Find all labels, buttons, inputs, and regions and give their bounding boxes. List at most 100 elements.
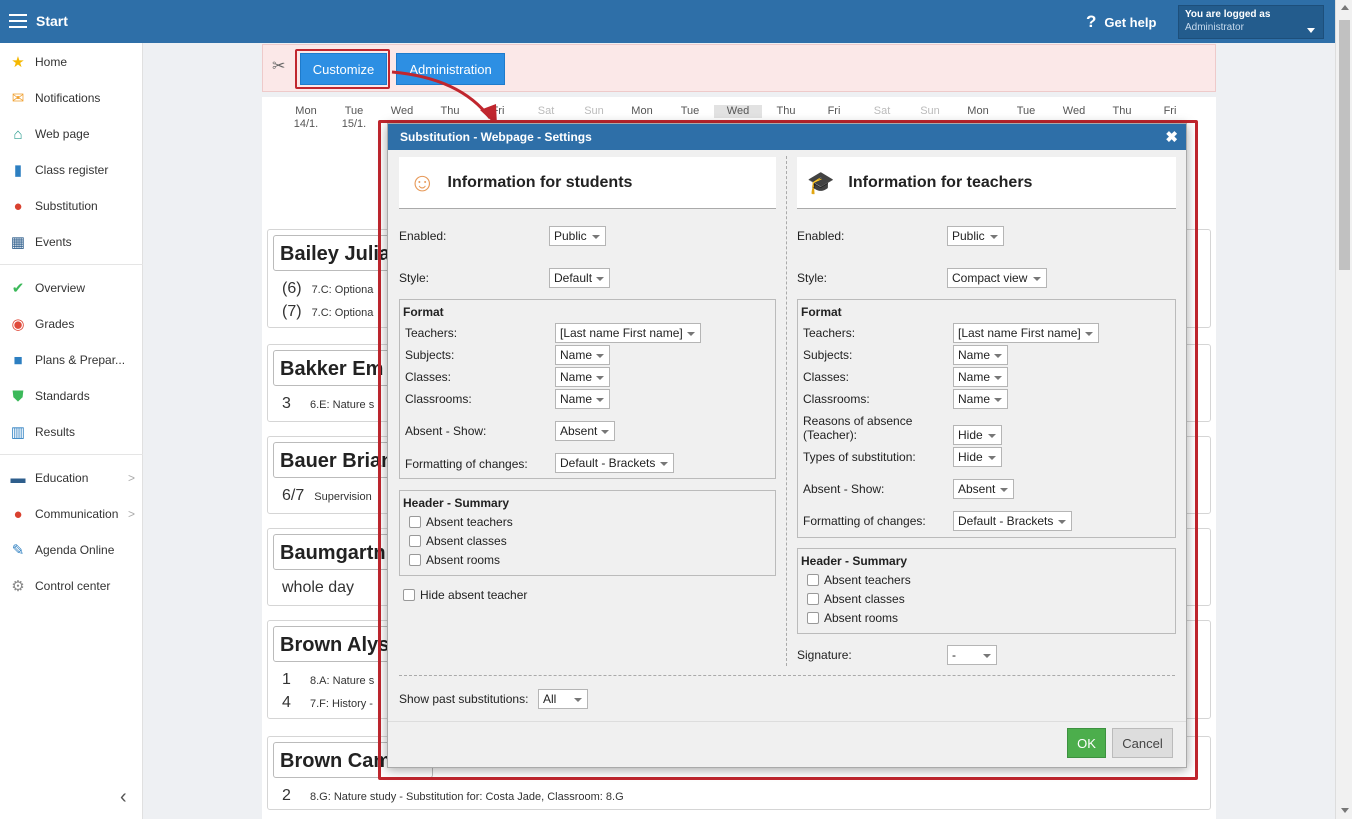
scroll-thumb[interactable] xyxy=(1339,20,1350,270)
students-teachers-select[interactable]: [Last name First name] xyxy=(555,323,701,343)
page-scrollbar[interactable] xyxy=(1335,0,1352,819)
day-cell[interactable]: Tue xyxy=(666,105,714,118)
teachers-formatting-select[interactable]: Default - Brackets xyxy=(953,511,1072,531)
day-cell[interactable]: Sun xyxy=(906,105,954,118)
sidebar-item-plans[interactable]: ■ Plans & Prepar... xyxy=(0,342,143,378)
day-cell[interactable]: Mon xyxy=(954,105,1002,118)
sidebar-item-education[interactable]: ▬ Education > xyxy=(0,460,143,496)
students-enabled-select[interactable]: Public xyxy=(549,226,606,246)
day-name: Mon xyxy=(631,105,653,117)
teachers-teachers-label: Teachers: xyxy=(803,326,856,340)
pen-icon: ✎ xyxy=(11,542,25,559)
students-classrooms-label: Classrooms: xyxy=(405,392,472,406)
students-subjects-select[interactable]: Name xyxy=(555,345,610,365)
checkbox-label: Absent rooms xyxy=(824,611,899,625)
day-cell[interactable]: Fri xyxy=(1146,105,1194,118)
teachers-absent-teachers-checkbox[interactable]: Absent teachers xyxy=(807,573,911,587)
gear-icon: ⚙ xyxy=(11,578,25,595)
open-book-icon: ▬ xyxy=(10,469,26,487)
sidebar-item-overview[interactable]: ✔ Overview xyxy=(0,270,143,306)
teachers-absent-select[interactable]: Absent xyxy=(953,479,1014,499)
day-cell[interactable]: Sun xyxy=(570,105,618,118)
teachers-subjects-label: Subjects: xyxy=(803,348,853,362)
close-icon[interactable]: ✖ xyxy=(1165,128,1178,146)
sidebar-item-label: Results xyxy=(35,425,76,439)
sidebar-item-grades[interactable]: ◉ Grades xyxy=(0,306,143,342)
sidebar-item-home[interactable]: ★ Home xyxy=(0,44,143,80)
sidebar-item-standards[interactable]: ⛊ Standards xyxy=(0,378,143,414)
teachers-style-select[interactable]: Compact view xyxy=(947,268,1047,288)
day-cell[interactable]: Mon 14/1. xyxy=(282,105,330,131)
teachers-format-legend: Format xyxy=(801,305,842,319)
teachers-absent-classes-checkbox[interactable]: Absent classes xyxy=(807,592,905,606)
students-absent-select[interactable]: Absent xyxy=(555,421,615,441)
scroll-down-icon[interactable] xyxy=(1341,808,1349,813)
lesson-text: 6.E: Nature s xyxy=(310,399,375,411)
day-cell[interactable]: Sat xyxy=(858,105,906,118)
login-user: Administrator xyxy=(1185,22,1244,33)
students-classes-select[interactable]: Name xyxy=(555,367,610,387)
user-menu[interactable]: You are logged as Administrator xyxy=(1178,5,1324,39)
day-cell[interactable]: Wed xyxy=(714,105,762,118)
teachers-classrooms-select[interactable]: Name xyxy=(953,389,1008,409)
sidebar-item-notifications[interactable]: ✉ Notifications xyxy=(0,80,143,116)
teachers-classes-select[interactable]: Name xyxy=(953,367,1008,387)
sidebar-item-label: Plans & Prepar... xyxy=(35,353,126,367)
sidebar-item-control-center[interactable]: ⚙ Control center xyxy=(0,568,143,604)
day-cell[interactable]: Tue 15/1. xyxy=(330,105,378,131)
students-formatting-select[interactable]: Default - Brackets xyxy=(555,453,674,473)
teachers-reasons-select[interactable]: Hide xyxy=(953,425,1002,445)
students-absent-label: Absent - Show: xyxy=(405,424,487,438)
hide-absent-teacher-checkbox[interactable]: Hide absent teacher xyxy=(403,588,527,602)
day-cell[interactable]: Wed xyxy=(378,105,426,118)
day-cell[interactable]: Fri xyxy=(474,105,522,118)
students-absent-rooms-checkbox[interactable]: Absent rooms xyxy=(409,553,500,567)
teachers-enabled-select[interactable]: Public xyxy=(947,226,1004,246)
collapse-sidebar-icon[interactable]: ‹ xyxy=(120,786,127,809)
sidebar-item-communication[interactable]: ● Communication > xyxy=(0,496,143,532)
menu-icon[interactable] xyxy=(9,14,27,28)
students-absent-classes-checkbox[interactable]: Absent classes xyxy=(409,534,507,548)
dropdown-arrow-icon xyxy=(1058,520,1066,524)
help-link[interactable]: ? Get help xyxy=(1086,12,1156,32)
students-style-select[interactable]: Default xyxy=(549,268,610,288)
students-absent-teachers-checkbox[interactable]: Absent teachers xyxy=(409,515,513,529)
ok-button[interactable]: OK xyxy=(1067,728,1106,758)
sidebar-item-agenda-online[interactable]: ✎ Agenda Online xyxy=(0,532,143,568)
lesson-number: 6/7 xyxy=(282,487,305,504)
scroll-up-icon[interactable] xyxy=(1341,5,1349,10)
past-substitutions-select[interactable]: All xyxy=(538,689,588,709)
sidebar-item-web-page[interactable]: ⌂ Web page xyxy=(0,116,143,152)
day-name: Sun xyxy=(584,105,604,117)
day-cell[interactable]: Wed xyxy=(1050,105,1098,118)
sidebar-item-label: Education xyxy=(35,471,89,485)
substitution-row: (7) 7.C: Optiona xyxy=(282,303,373,321)
sidebar-item-results[interactable]: ▥ Results xyxy=(0,414,143,450)
sidebar-item-class-register[interactable]: ▮ Class register xyxy=(0,152,143,188)
students-classrooms-select[interactable]: Name xyxy=(555,389,610,409)
checkbox-label: Absent classes xyxy=(824,592,905,606)
day-cell[interactable]: Thu xyxy=(1098,105,1146,118)
students-teachers-label: Teachers: xyxy=(405,326,458,340)
day-cell[interactable]: Tue xyxy=(1002,105,1050,118)
teachers-types-select[interactable]: Hide xyxy=(953,447,1002,467)
app-title[interactable]: Start xyxy=(36,13,68,29)
day-cell[interactable]: Thu xyxy=(762,105,810,118)
teachers-teachers-select[interactable]: [Last name First name] xyxy=(953,323,1099,343)
day-name: Sun xyxy=(920,105,940,117)
day-cell[interactable]: Mon xyxy=(618,105,666,118)
day-name: Sat xyxy=(537,105,555,117)
day-cell[interactable]: Fri xyxy=(810,105,858,118)
teachers-subjects-select[interactable]: Name xyxy=(953,345,1008,365)
signature-select[interactable]: - xyxy=(947,645,997,665)
teachers-classrooms-label: Classrooms: xyxy=(803,392,870,406)
administration-button[interactable]: Administration xyxy=(396,53,505,85)
day-cell[interactable]: Thu xyxy=(426,105,474,118)
sidebar-item-events[interactable]: ▦ Events xyxy=(0,224,143,260)
cancel-button[interactable]: Cancel xyxy=(1112,728,1173,758)
teachers-absent-rooms-checkbox[interactable]: Absent rooms xyxy=(807,611,898,625)
dropdown-arrow-icon xyxy=(687,332,695,336)
select-value: Name xyxy=(560,392,593,406)
day-cell[interactable]: Sat xyxy=(522,105,570,118)
sidebar-item-substitution[interactable]: ● Substitution xyxy=(0,188,143,224)
